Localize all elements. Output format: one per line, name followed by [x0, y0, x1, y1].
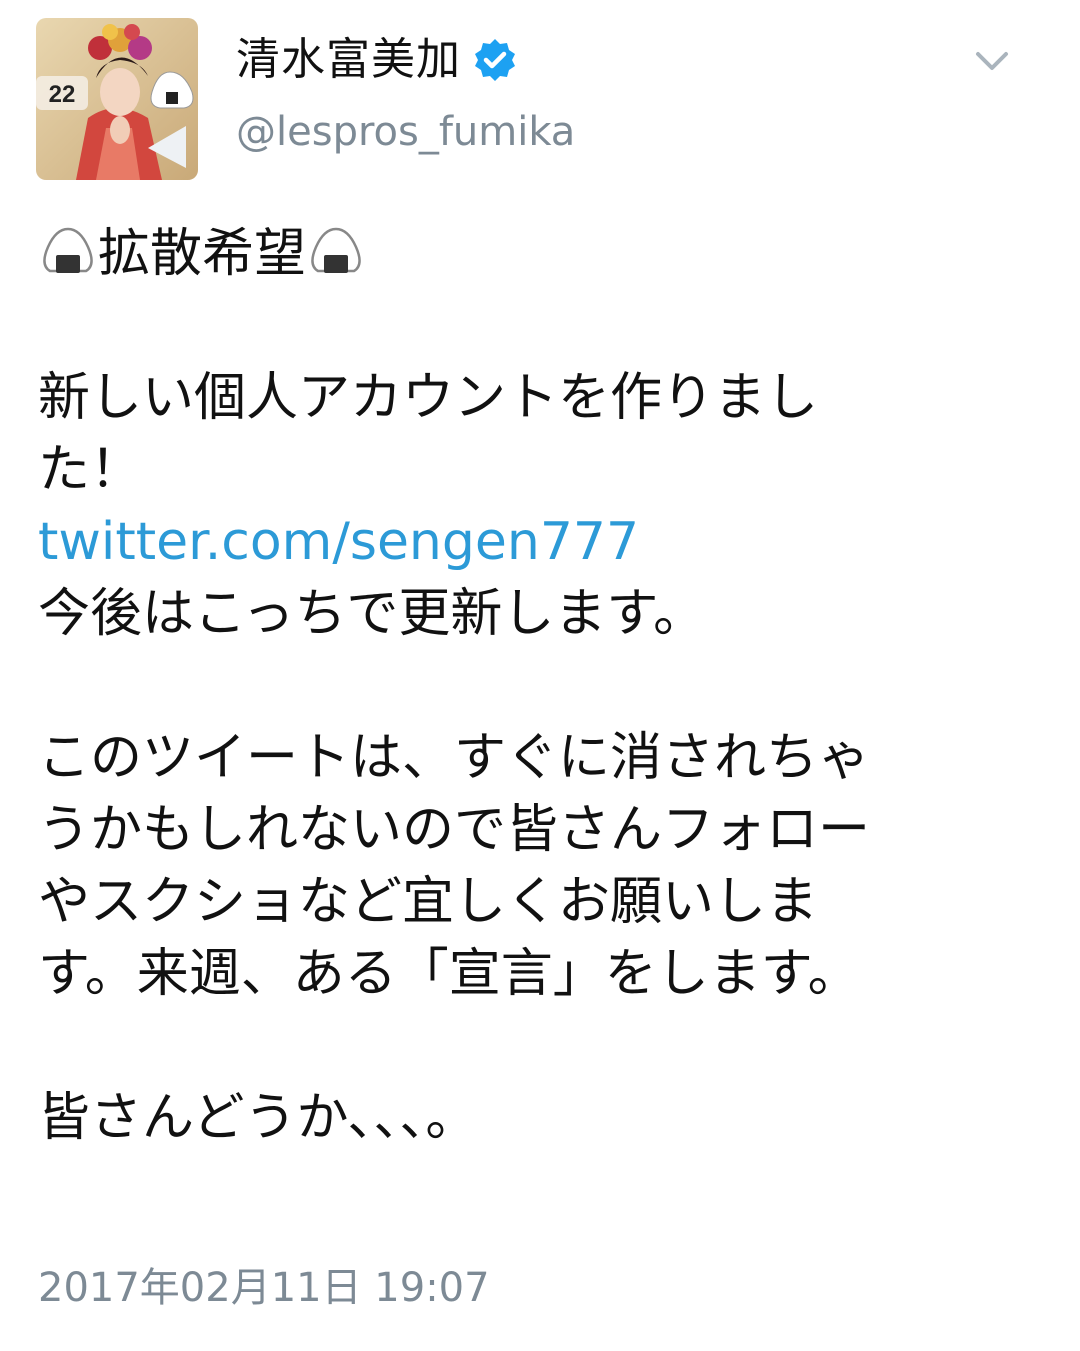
text-line: た！ [38, 440, 143, 500]
tweet-timestamp[interactable]: 2017年02月11日 19:07 [38, 1264, 490, 1312]
tweet-link-line: twitter.com/sengen777 [38, 506, 1048, 578]
profile-link[interactable]: twitter.com/sengen777 [38, 512, 639, 572]
text-line: このツイートは、すぐに消されちゃ [38, 728, 871, 788]
svg-text:22: 22 [49, 81, 76, 108]
hashtag-text: 拡散希望 [98, 224, 307, 284]
avatar-image: 22 [36, 18, 198, 180]
text-line: 今後はこっちで更新します。 [38, 584, 706, 644]
tweet-card: 22 清水富美加 @lespros_fumika 拡散希望 新しい個人アカウント… [0, 0, 1080, 1351]
user-handle[interactable]: @lespros_fumika [236, 108, 575, 156]
rice-ball-emoji-icon [38, 221, 98, 281]
author-info: 清水富美加 @lespros_fumika [236, 30, 575, 156]
text-line: やスクショなど宜しくお願いしま [38, 872, 819, 932]
text-line: す。来週、ある「宣言」をします。 [38, 944, 860, 1004]
display-name[interactable]: 清水富美加 [236, 30, 461, 90]
verified-badge-icon [471, 36, 519, 84]
hashtag-line: 拡散希望 [38, 218, 1048, 290]
avatar[interactable]: 22 [36, 18, 198, 180]
rice-ball-emoji-icon [306, 221, 366, 281]
text-line: 新しい個人アカウントを作りまし [38, 368, 819, 428]
tweet-text: 拡散希望 新しい個人アカウントを作りまし た！ twitter.com/seng… [38, 218, 1048, 1154]
chevron-down-icon[interactable] [968, 44, 1016, 80]
text-line: 皆さんどうか、、、。 [38, 1088, 478, 1148]
text-line: うかもしれないので皆さんフォロー [38, 800, 871, 860]
